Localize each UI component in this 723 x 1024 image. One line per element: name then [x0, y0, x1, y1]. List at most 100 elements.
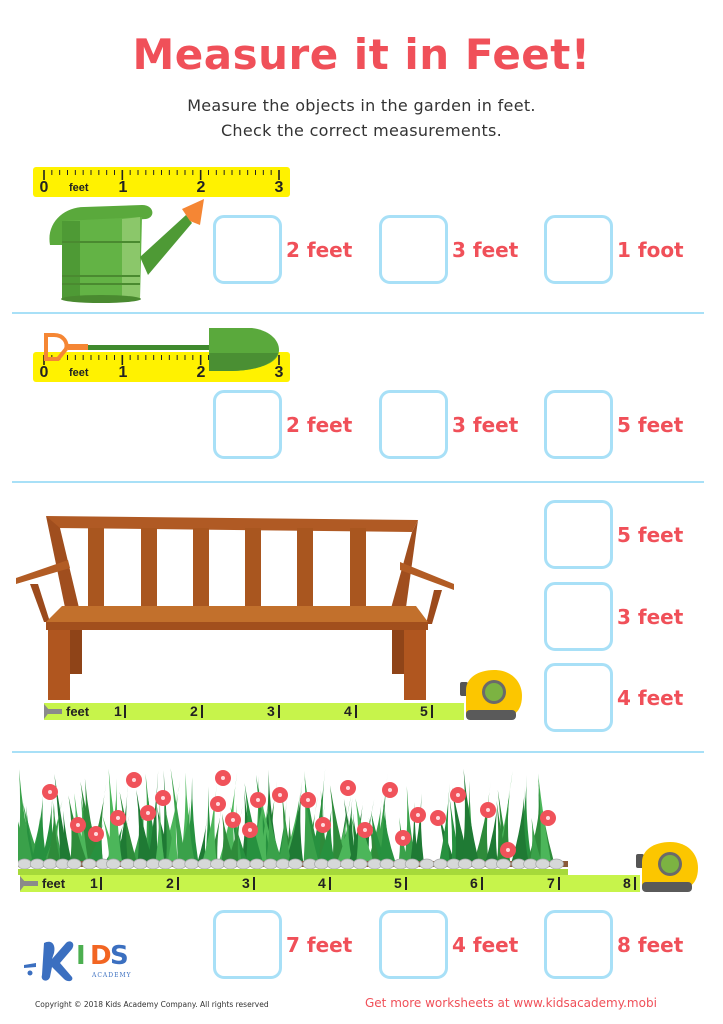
- copyright-text: Copyright © 2018 Kids Academy Company. A…: [35, 1000, 269, 1009]
- answer-label: 8 feet: [617, 932, 684, 957]
- flower-icon: [272, 787, 288, 803]
- flower-icon: [126, 772, 142, 788]
- pebble: [29, 858, 45, 870]
- instructions-line-2: Check the correct measurements.: [220, 121, 503, 140]
- answer-label: 4 feet: [617, 685, 684, 710]
- answer-checkbox[interactable]: [544, 582, 613, 651]
- flower-icon: [340, 780, 356, 796]
- pebble: [352, 858, 368, 870]
- answer-label: 7 feet: [286, 932, 353, 957]
- answer-label: 2 feet: [286, 412, 353, 437]
- answer-option[interactable]: 8 feet: [544, 910, 683, 979]
- pebble: [263, 858, 278, 870]
- answer-checkbox[interactable]: [379, 910, 448, 979]
- answer-checkbox[interactable]: [544, 663, 613, 732]
- tape-tick: [431, 705, 433, 718]
- flower-icon: [480, 802, 496, 818]
- tape-tick-label: 2: [166, 875, 174, 891]
- tape-tick: [177, 877, 179, 890]
- logo-letter-s: S: [110, 941, 129, 971]
- pebble: [223, 858, 238, 870]
- answer-checkbox[interactable]: [544, 910, 613, 979]
- flower-icon: [210, 796, 226, 812]
- flower-icon: [225, 812, 241, 828]
- answer-checkbox[interactable]: [213, 390, 282, 459]
- tape-tick-label: 4: [318, 875, 326, 891]
- flower-icon: [250, 792, 266, 808]
- flower-icon: [42, 784, 58, 800]
- answer-checkbox[interactable]: [213, 910, 282, 979]
- answer-checkbox[interactable]: [379, 390, 448, 459]
- answer-option[interactable]: 4 feet: [379, 910, 518, 979]
- answer-checkbox[interactable]: [544, 215, 613, 284]
- tape-unit-label: feet: [66, 704, 90, 719]
- shovel-icon: [44, 328, 279, 371]
- pebble: [326, 858, 342, 870]
- tape-tick-label: 8: [623, 875, 631, 891]
- tape-tick: [481, 877, 483, 890]
- flower-icon: [315, 817, 331, 833]
- answer-option[interactable]: 4 feet: [544, 663, 683, 732]
- pebble: [404, 858, 420, 870]
- answer-option[interactable]: 2 feet: [213, 390, 352, 459]
- pebble: [433, 858, 448, 870]
- answer-label: 4 feet: [452, 932, 519, 957]
- answer-checkbox[interactable]: [544, 390, 613, 459]
- tape-tick: [124, 705, 126, 718]
- flower-icon: [410, 807, 426, 823]
- flower-icon: [140, 805, 156, 821]
- tape-tick-label: 7: [547, 875, 555, 891]
- pebble: [42, 858, 58, 870]
- tape-unit-label: feet: [42, 876, 66, 891]
- ruler-tick-label: 3: [274, 179, 284, 196]
- answer-option[interactable]: 2 feet: [213, 215, 352, 284]
- answer-option[interactable]: 7 feet: [213, 910, 352, 979]
- tape-tick-label: 4: [344, 703, 352, 719]
- kids-academy-logo[interactable]: I D S ACADEMY: [22, 935, 142, 985]
- tape-tick-label: 2: [190, 703, 198, 719]
- answer-checkbox[interactable]: [544, 500, 613, 569]
- promo-link[interactable]: Get more worksheets at www.kidsacademy.m…: [365, 996, 657, 1010]
- tape-tick-label: 5: [394, 875, 402, 891]
- logo-letter-d: D: [90, 941, 112, 971]
- answer-label: 1 foot: [617, 237, 684, 262]
- pebble: [210, 858, 225, 870]
- answer-label: 2 feet: [286, 237, 353, 262]
- pebble: [236, 858, 251, 870]
- answer-option[interactable]: 5 feet: [544, 500, 683, 569]
- answer-checkbox[interactable]: [213, 215, 282, 284]
- pebble: [120, 858, 135, 870]
- flower-icon: [242, 822, 258, 838]
- ruler-unit-label: feet: [69, 182, 89, 194]
- page-title: Measure it in Feet!: [132, 30, 591, 79]
- tape-tick: [278, 705, 280, 718]
- answer-option[interactable]: 3 feet: [544, 582, 683, 651]
- tape-tick-label: 3: [242, 875, 250, 891]
- instructions-line-1: Measure the objects in the garden in fee…: [187, 96, 536, 115]
- tape-tick-label: 6: [470, 875, 478, 891]
- pebble: [184, 858, 200, 870]
- answer-checkbox[interactable]: [379, 215, 448, 284]
- pebble: [314, 858, 329, 870]
- logo-letter-i: I: [76, 941, 86, 971]
- flower-icon: [88, 826, 104, 842]
- flower-icon: [382, 782, 398, 798]
- tape-tick: [201, 705, 203, 718]
- pebble: [66, 858, 82, 870]
- answer-label: 5 feet: [617, 522, 684, 547]
- answer-option[interactable]: 5 feet: [544, 390, 683, 459]
- answer-option[interactable]: 3 feet: [379, 390, 518, 459]
- tape-hook-icon: [44, 704, 62, 719]
- pebble: [158, 858, 173, 870]
- tape-measure-case-icon: [460, 670, 522, 720]
- flower-icon: [540, 810, 556, 826]
- pebble: [132, 858, 148, 870]
- pebble: [81, 858, 97, 870]
- pebble: [549, 858, 564, 870]
- pebble: [18, 858, 32, 870]
- answer-option[interactable]: 1 foot: [544, 215, 684, 284]
- tape-tick-label: 3: [267, 703, 275, 719]
- answer-option[interactable]: 3 feet: [379, 215, 518, 284]
- section-divider: [12, 751, 704, 753]
- flower-icon: [357, 822, 373, 838]
